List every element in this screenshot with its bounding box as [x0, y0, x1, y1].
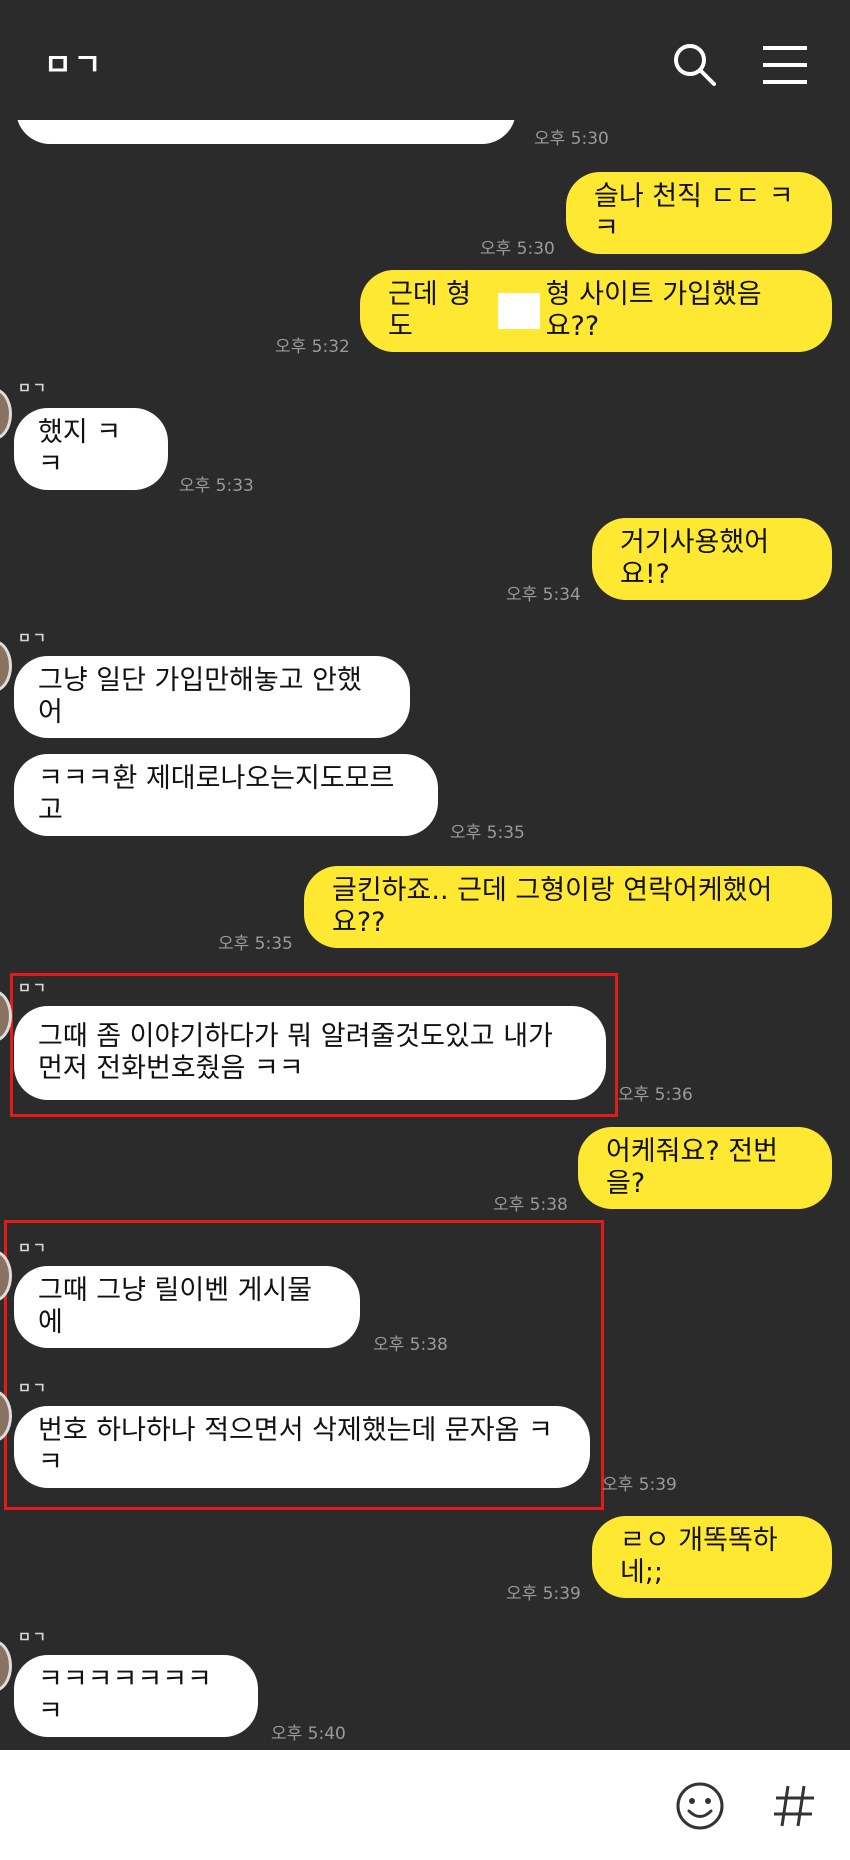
message-time: 오후 5:35	[218, 934, 293, 954]
sender-avatar[interactable]	[0, 388, 12, 440]
message-text: 근데 형도	[388, 279, 472, 342]
search-icon[interactable]	[670, 40, 720, 90]
hashtag-icon[interactable]	[770, 1780, 818, 1832]
sender-avatar[interactable]	[0, 1640, 12, 1692]
sender-name: ㅁㄱ	[18, 631, 48, 647]
message-bubble-sent: 어케줘요? 전번을?	[578, 1127, 832, 1209]
message-bubble-sent: 글킨하죠.. 근데 그형이랑 연락어케했어요??	[304, 866, 832, 948]
message-bubble-sent: 근데 형도 형 사이트 가입했음요??	[360, 270, 832, 352]
message-time: 오후 5:39	[602, 1475, 677, 1495]
message-time: 오후 5:39	[506, 1584, 581, 1604]
message-bubble-received: ㅋㅋㅋㅋㅋㅋㅋㅋ	[14, 1655, 258, 1737]
message-bubble-received: 했지 ㅋㅋ	[14, 408, 168, 490]
chat-area[interactable]: 오후 5:30 슬나 천직 ㄷㄷ ㅋㅋ 오후 5:30 근데 형도 형 사이트 …	[0, 0, 850, 1750]
message-bubble-received: 그때 그냥 릴이벤 게시물에	[14, 1266, 360, 1348]
sender-name: ㅁㄱ	[18, 981, 48, 997]
chat-title: ㅁㄱ	[44, 48, 104, 83]
sender-avatar[interactable]	[0, 640, 12, 692]
message-time: 오후 5:36	[618, 1085, 693, 1105]
message-line: 그때 좀 이야기하다가 뭐 알려줄것도있고 내가	[38, 1021, 553, 1052]
message-time: 오후 5:33	[179, 476, 254, 496]
message-bubble-received: 그때 좀 이야기하다가 뭐 알려줄것도있고 내가 먼저 전화번호줬음 ㅋㅋ	[14, 1006, 606, 1100]
sender-name: ㅁㄱ	[18, 1241, 48, 1257]
sender-name: ㅁㄱ	[18, 381, 48, 397]
message-bubble-received: 그냥 일단 가입만해놓고 안했어	[14, 656, 410, 738]
sender-name: ㅁㄱ	[18, 1630, 48, 1646]
message-time: 오후 5:32	[275, 337, 350, 357]
message-time: 오후 5:38	[493, 1195, 568, 1215]
message-line: 먼저 전화번호줬음 ㅋㅋ	[38, 1053, 304, 1084]
chat-header: ㅁㄱ	[0, 0, 850, 120]
menu-icon[interactable]	[760, 40, 810, 90]
message-time: 오후 5:35	[450, 823, 525, 843]
message-bubble-sent: 거기사용했어요!?	[592, 518, 832, 600]
message-bubble-sent: ㄹㅇ 개똑똑하네;;	[592, 1516, 832, 1598]
redaction-mask	[497, 293, 540, 329]
message-text: 형 사이트 가입했음요??	[545, 279, 762, 342]
message-time: 오후 5:38	[373, 1335, 448, 1355]
emoji-icon[interactable]	[674, 1780, 726, 1832]
message-bubble-received: ㅋㅋㅋ환 제대로나오는지도모르고	[14, 754, 438, 836]
sender-name: ㅁㄱ	[18, 1381, 48, 1397]
message-time: 오후 5:30	[480, 239, 555, 259]
message-input-bar[interactable]	[0, 1750, 850, 1860]
message-time: 오후 5:34	[506, 585, 581, 605]
message-bubble-received: 번호 하나하나 적으면서 삭제했는데 문자옴 ㅋㅋ	[14, 1406, 590, 1488]
message-time: 오후 5:30	[534, 129, 609, 149]
message-time: 오후 5:40	[271, 1724, 346, 1744]
message-bubble-sent: 슬나 천직 ㄷㄷ ㅋㅋ	[566, 172, 832, 254]
